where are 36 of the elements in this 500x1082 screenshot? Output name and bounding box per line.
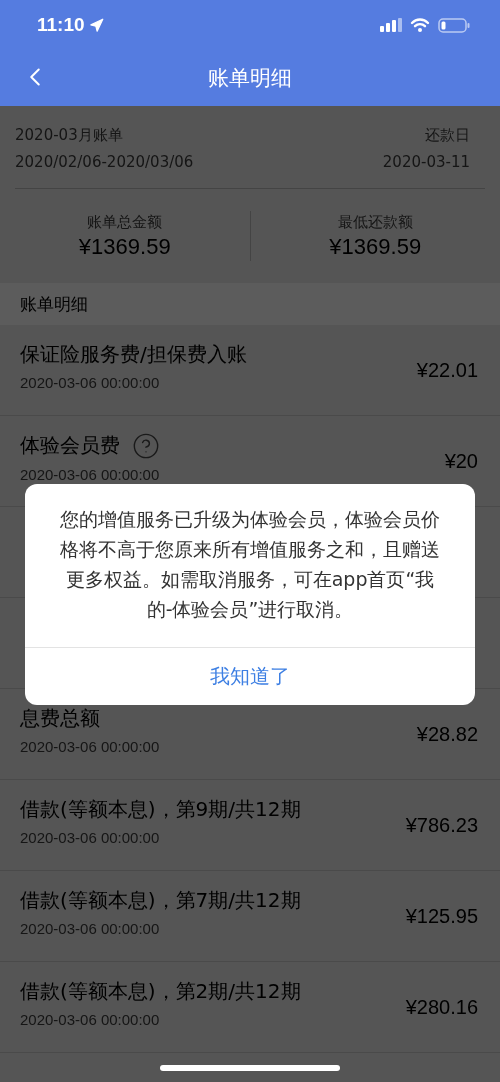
item-date: 2020-03-06 00:00:00 bbox=[20, 374, 161, 391]
item-date: 2020-03-06 00:00:00 bbox=[20, 738, 160, 755]
summary-amount: ¥1369.59 bbox=[329, 233, 422, 260]
page-title: 账单明细 bbox=[208, 65, 292, 92]
item-amount: ¥786.23 bbox=[405, 813, 478, 837]
item-date: 2020-03-06 00:00:00 bbox=[20, 465, 160, 483]
item-title: 保证险服务费/担保费入账 bbox=[20, 341, 247, 368]
section-title: 账单明细 bbox=[20, 292, 88, 316]
item-title: 借款(等额本息)，第7期/共12期 bbox=[20, 887, 301, 914]
item-title: 借款(等额本息)，第2期/共12期 bbox=[20, 978, 301, 1005]
due-date-label: 还款日 bbox=[425, 126, 470, 145]
item-amount: ¥28.82 bbox=[416, 722, 478, 746]
item-amount: ¥22.01 bbox=[416, 358, 478, 382]
status-time: 11:10 bbox=[37, 14, 85, 36]
summary-amount: ¥1369.59 bbox=[78, 233, 171, 260]
due-date: 2020-03-11 bbox=[382, 153, 470, 171]
battery-icon bbox=[438, 17, 470, 33]
location-arrow-icon bbox=[88, 17, 104, 33]
signal-icon bbox=[380, 18, 402, 32]
item-title: 借款(等额本息)，第9期/共12期 bbox=[20, 796, 301, 823]
summary-label: 最低还款额 bbox=[337, 212, 413, 232]
item-title: 息费总额 bbox=[20, 705, 100, 732]
help-icon[interactable] bbox=[132, 431, 160, 460]
item-title: 体验会员费 bbox=[20, 432, 120, 459]
bill-month: 2020-03月账单 bbox=[15, 126, 123, 145]
confirm-button[interactable]: 我知道了 bbox=[25, 647, 475, 705]
item-amount: ¥280.16 bbox=[405, 995, 478, 1019]
item-amount: ¥125.95 bbox=[405, 904, 478, 928]
item-date: 2020-03-06 00:00:00 bbox=[20, 920, 161, 937]
item-amount: ¥20 bbox=[444, 449, 478, 473]
summary-label: 账单总金额 bbox=[87, 212, 163, 232]
item-date: 2020-03-06 00:00:00 bbox=[20, 829, 161, 846]
wifi-icon bbox=[410, 18, 430, 32]
dialog-message: 您的增值服务已升级为体验会员，体验会员价格将不高于您原来所有增值服务之和，且赠送更多权益。如需取消服务，可在app首页“我的-体验会员”进行取消。 bbox=[59, 507, 441, 622]
item-date: 2020-03-06 00:00:00 bbox=[20, 1011, 161, 1028]
bill-period: 2020/02/06-2020/03/06 bbox=[15, 153, 194, 171]
